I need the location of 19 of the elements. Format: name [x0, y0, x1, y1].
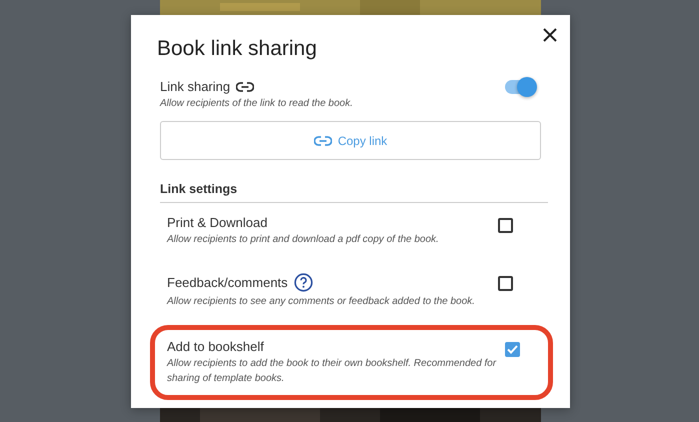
dialog-title: Book link sharing: [157, 37, 318, 61]
section-title: Link settings: [160, 182, 238, 196]
option-description: Allow recipients to add the book to their own bookshelf. Recommended for sharing of template books.: [167, 357, 498, 386]
toggle-switch[interactable]: [505, 80, 535, 94]
checkbox[interactable]: [505, 342, 520, 357]
link-icon: [314, 136, 332, 146]
link-icon: [236, 82, 254, 92]
link-sharing-label: Link sharing: [160, 79, 230, 94]
link-sharing-description: Allow recipients of the link to read the book.: [160, 97, 354, 111]
option-label: Add to bookshelf: [167, 339, 264, 354]
close-icon[interactable]: [542, 27, 558, 43]
option-label: Feedback/comments: [167, 275, 288, 290]
checkbox[interactable]: [498, 218, 513, 233]
option-label: Print & Download: [167, 215, 268, 230]
copy-link-button[interactable]: Copy link: [160, 121, 541, 160]
help-icon[interactable]: [294, 273, 313, 292]
option-description: Allow recipients to print and download a pdf copy of the book.: [167, 233, 439, 247]
option-description: Allow recipients to see any comments or feedback added to the book.: [167, 295, 475, 309]
checkbox[interactable]: [498, 276, 513, 291]
